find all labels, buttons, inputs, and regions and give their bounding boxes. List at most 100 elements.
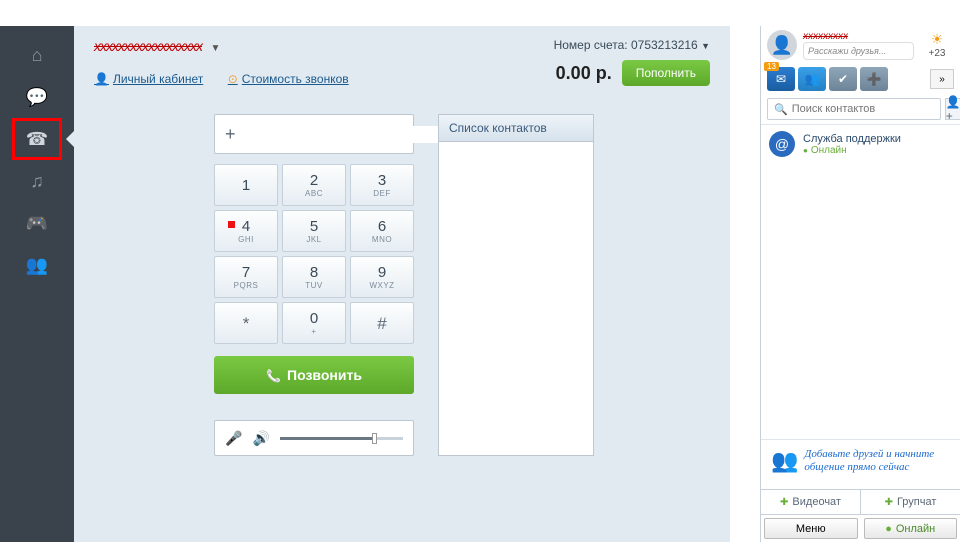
sidebar-tab-chat[interactable]: 💬	[14, 78, 60, 116]
keypad-key-7[interactable]: 7PQRS	[214, 256, 278, 298]
keypad-key-4[interactable]: 4GHI	[214, 210, 278, 252]
online-status-label: Онлайн	[896, 523, 935, 535]
promo-text: Добавьте друзей и начните общение прямо …	[804, 448, 950, 476]
key-sub: PQRS	[234, 281, 259, 290]
call-button[interactable]: Позвонить	[214, 356, 414, 394]
search-row: 🔍 👤+	[761, 94, 960, 124]
key-num: 8	[310, 265, 318, 280]
user-avatar[interactable]: 👤	[767, 30, 797, 60]
contact-status: Онлайн	[803, 145, 901, 156]
games-icon: 🎮	[26, 213, 48, 234]
keypad-key-3[interactable]: 3DEF	[350, 164, 414, 206]
search-icon: 🔍	[774, 103, 788, 116]
social-row: ✉13 👥 ✔ ➕ »	[761, 64, 960, 94]
chat-icon: 💬	[26, 87, 48, 108]
key-num: 2	[310, 173, 318, 188]
account-link[interactable]: 👤 Личный кабинет	[94, 72, 203, 86]
key-num: #	[377, 315, 386, 332]
keypad-key-star[interactable]: *	[214, 302, 278, 344]
key-sub: ABC	[305, 189, 323, 198]
keypad: 12ABC3DEF4GHI5JKL6MNO7PQRS8TUV9WXYZ*0+#	[214, 164, 414, 344]
groupchat-button[interactable]: Групчат	[860, 490, 960, 514]
sun-icon: ☀	[920, 31, 954, 48]
sidebar-tab-phone[interactable]: ☎	[14, 120, 60, 158]
weather-temp: +23	[920, 48, 954, 59]
status-input[interactable]: Расскажи друзья...	[803, 42, 914, 60]
weather-widget[interactable]: ☀ +23	[920, 31, 954, 59]
key-sub: WXYZ	[369, 281, 394, 290]
contact-name: Служба поддержки	[803, 133, 901, 145]
volume-slider[interactable]	[280, 437, 403, 440]
phone-input[interactable]	[236, 126, 441, 143]
search-box: 🔍	[767, 98, 941, 120]
microphone-icon[interactable]: 🎤	[225, 430, 242, 447]
person-icon: 👤	[94, 72, 109, 86]
username-small-redacted: xxxxxxxxx	[803, 31, 914, 42]
username-redacted: xxxxxxxxxxxxxxxxxx	[94, 38, 202, 54]
keypad-key-1[interactable]: 1	[214, 164, 278, 206]
contact-list: @ Служба поддержки Онлайн	[761, 124, 960, 440]
contact-item[interactable]: @ Служба поддержки Онлайн	[761, 125, 960, 163]
online-status-button[interactable]: Онлайн	[864, 518, 958, 539]
key-sub: +	[311, 327, 316, 336]
contacts-panel-body	[439, 142, 593, 404]
annotation-marker	[228, 221, 235, 228]
keypad-key-6[interactable]: 6MNO	[350, 210, 414, 252]
dialer-zone: + ⓧ 12ABC3DEF4GHI5JKL6MNO7PQRS8TUV9WXYZ*…	[74, 114, 730, 456]
dialer: + ⓧ 12ABC3DEF4GHI5JKL6MNO7PQRS8TUV9WXYZ*…	[214, 114, 414, 456]
volume-thumb[interactable]	[372, 433, 377, 444]
keypad-key-5[interactable]: 5JKL	[282, 210, 346, 252]
home-icon: ⌂	[32, 45, 43, 66]
topup-button[interactable]: Пополнить	[622, 60, 710, 86]
key-num: *	[243, 315, 250, 332]
key-num: 7	[242, 265, 250, 280]
promo-block: 👥 Добавьте друзей и начните общение прям…	[761, 440, 960, 490]
key-num: 1	[242, 178, 250, 193]
chevron-down-icon[interactable]: ▼	[701, 41, 710, 51]
phone-input-row: + ⓧ	[214, 114, 414, 154]
videochat-button[interactable]: Видеочат	[761, 490, 860, 514]
keypad-key-8[interactable]: 8TUV	[282, 256, 346, 298]
sidebar-tab-music[interactable]: ♫	[14, 162, 60, 200]
key-sub: MNO	[372, 235, 392, 244]
key-num: 4	[242, 219, 250, 234]
audio-controls: 🎤 🔊	[214, 420, 414, 456]
key-num: 9	[378, 265, 386, 280]
key-sub: GHI	[238, 235, 254, 244]
key-sub: TUV	[305, 281, 323, 290]
keypad-key-9[interactable]: 9WXYZ	[350, 256, 414, 298]
sidebar-tab-people[interactable]: 👥	[14, 246, 60, 284]
mail-button[interactable]: ✉13	[767, 67, 795, 91]
vk-button[interactable]: ✔	[829, 67, 857, 91]
key-sub: DEF	[373, 189, 391, 198]
key-num: 3	[378, 173, 386, 188]
rates-link[interactable]: ⊙Стоимость звонков	[228, 72, 349, 86]
account-info: Номер счета: 0753213216 ▼ 0.00 р. Пополн…	[554, 38, 710, 86]
left-sidebar: ⌂ 💬 ☎ ♫ 🎮 👥	[0, 26, 74, 542]
phone-icon: ☎	[26, 129, 48, 150]
menu-button[interactable]: Меню	[764, 518, 858, 539]
add-contact-button[interactable]: 👤+	[945, 98, 960, 120]
add-service-button[interactable]: ➕	[860, 67, 888, 91]
support-avatar-icon: @	[769, 131, 795, 157]
coin-icon: ⊙	[228, 72, 238, 86]
balance-value: 0.00 р.	[556, 63, 612, 84]
key-sub: JKL	[306, 235, 321, 244]
chevron-down-icon[interactable]: ▼	[210, 43, 220, 54]
keypad-key-0[interactable]: 0+	[282, 302, 346, 344]
key-num: 5	[310, 219, 318, 234]
my-world-button[interactable]: 👥	[798, 67, 826, 91]
keypad-key-hash[interactable]: #	[350, 302, 414, 344]
keypad-key-2[interactable]: 2ABC	[282, 164, 346, 206]
right-panel-footer: Меню Онлайн	[761, 514, 960, 542]
right-panel: 👤 xxxxxxxxx Расскажи друзья... ☀ +23 ✉13…	[760, 26, 960, 542]
account-number-value: 0753213216	[631, 38, 698, 52]
search-input[interactable]	[792, 103, 934, 115]
more-services-button[interactable]: »	[930, 69, 954, 89]
account-link-label: Личный кабинет	[113, 72, 203, 86]
key-num: 6	[378, 219, 386, 234]
speaker-icon[interactable]: 🔊	[252, 430, 269, 447]
right-panel-header: 👤 xxxxxxxxx Расскажи друзья... ☀ +23	[761, 26, 960, 64]
sidebar-tab-home[interactable]: ⌂	[14, 36, 60, 74]
sidebar-tab-games[interactable]: 🎮	[14, 204, 60, 242]
